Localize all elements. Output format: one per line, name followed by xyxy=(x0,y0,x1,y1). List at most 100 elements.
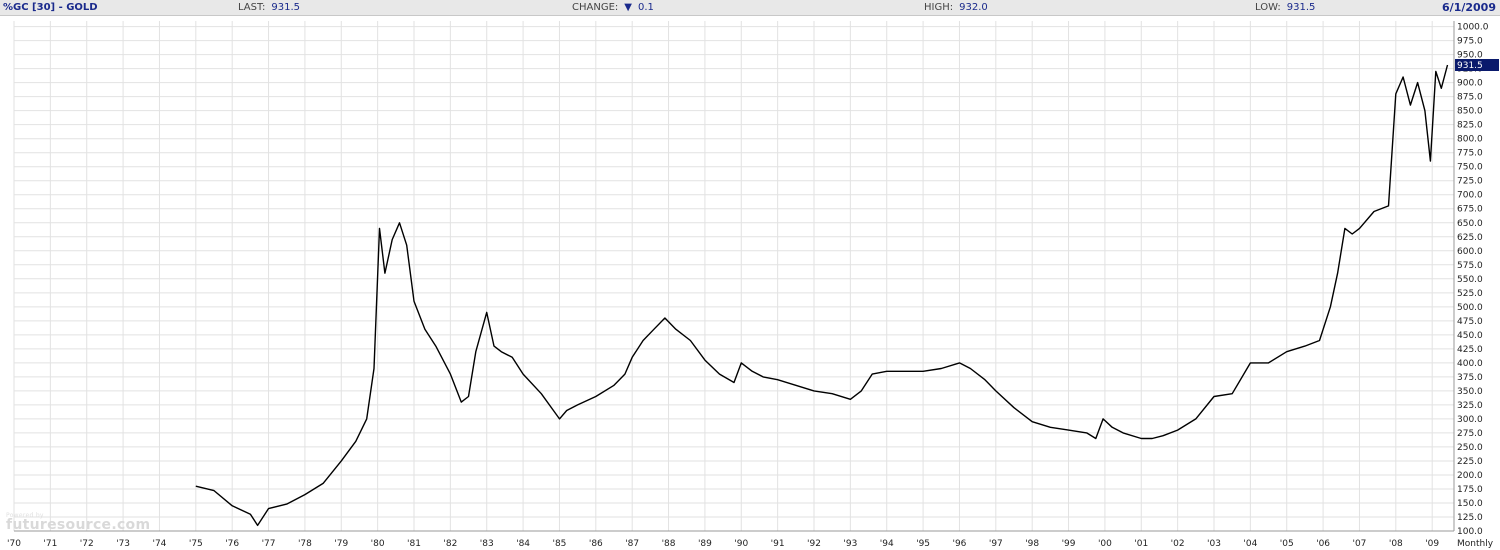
x-tick-label: '90 xyxy=(734,539,748,549)
y-tick-label: 250.0 xyxy=(1457,443,1483,453)
high-label: HIGH: xyxy=(924,2,954,13)
y-tick-label: 650.0 xyxy=(1457,219,1483,229)
x-tick-label: '05 xyxy=(1280,539,1294,549)
x-tick-label: '07 xyxy=(1352,539,1366,549)
x-tick-label: '85 xyxy=(552,539,566,549)
y-tick-label: 625.0 xyxy=(1457,233,1483,243)
x-tick-label: '72 xyxy=(80,539,94,549)
y-tick-label: 675.0 xyxy=(1457,205,1483,215)
price-chart[interactable]: '70 '71 '72 '73 '74 '75 '76 '77 '78 '79 '80 '81 '82 '… xyxy=(0,16,1500,550)
change-value: 0.1 xyxy=(637,2,654,13)
y-tick-label: 875.0 xyxy=(1457,93,1483,103)
y-tick-label: 600.0 xyxy=(1457,247,1483,257)
y-tick-label: 525.0 xyxy=(1457,289,1483,299)
x-axis-ticks: '70 '71 '72 '73 '74 '75 '76 '77 '78 '79 '80 '81 '82 '… xyxy=(7,539,1439,549)
chart-header-bar: %GC [30] - GOLD LAST: 931.5 CHANGE: ▼ 0.1 H… xyxy=(0,0,1500,16)
x-tick-label: '77 xyxy=(262,539,276,549)
x-tick-label: '92 xyxy=(807,539,821,549)
x-tick-label: '99 xyxy=(1062,539,1076,549)
y-tick-label: 500.0 xyxy=(1457,303,1483,313)
last-price-tag: 931.5 xyxy=(1455,58,1499,71)
x-tick-label: '86 xyxy=(589,539,603,549)
y-tick-label: 850.0 xyxy=(1457,107,1483,117)
x-tick-label: '82 xyxy=(443,539,457,549)
low-stat: LOW: 931.5 xyxy=(1255,0,1315,15)
y-tick-label: 400.0 xyxy=(1457,359,1483,369)
x-tick-label: '98 xyxy=(1025,539,1039,549)
y-tick-label: 425.0 xyxy=(1457,345,1483,355)
y-tick-label: 800.0 xyxy=(1457,135,1483,145)
period-label: Monthly xyxy=(1457,539,1494,549)
x-tick-label: '78 xyxy=(298,539,312,549)
x-tick-label: '96 xyxy=(952,539,966,549)
y-tick-label: 150.0 xyxy=(1457,499,1483,509)
last-value: 931.5 xyxy=(271,2,301,13)
chart-date: 6/1/2009 xyxy=(1442,1,1496,14)
x-tick-label: '91 xyxy=(771,539,785,549)
y-tick-label: 175.0 xyxy=(1457,485,1483,495)
y-tick-label: 700.0 xyxy=(1457,191,1483,201)
y-tick-label: 325.0 xyxy=(1457,401,1483,411)
last-price-label: 931.5 xyxy=(1457,61,1483,71)
y-tick-label: 975.0 xyxy=(1457,37,1483,47)
y-tick-label: 725.0 xyxy=(1457,177,1483,187)
y-tick-label: 275.0 xyxy=(1457,429,1483,439)
last-stat: LAST: 931.5 xyxy=(238,0,300,15)
y-tick-label: 100.0 xyxy=(1457,527,1483,537)
y-tick-label: 1000.0 xyxy=(1457,23,1489,33)
x-tick-label: '83 xyxy=(480,539,494,549)
change-stat: CHANGE: ▼ 0.1 xyxy=(572,0,654,15)
price-series xyxy=(195,64,1449,527)
y-tick-label: 200.0 xyxy=(1457,471,1483,481)
low-label: LOW: xyxy=(1255,2,1281,13)
x-tick-label: '84 xyxy=(516,539,530,549)
y-tick-label: 300.0 xyxy=(1457,415,1483,425)
x-tick-label: '09 xyxy=(1425,539,1439,549)
x-tick-label: '01 xyxy=(1134,539,1148,549)
x-tick-label: '75 xyxy=(189,539,203,549)
x-tick-label: '93 xyxy=(843,539,857,549)
futuresource-logo: Powered by futuresource.com xyxy=(6,512,150,533)
high-stat: HIGH: 932.0 xyxy=(924,0,988,15)
y-tick-label: 750.0 xyxy=(1457,163,1483,173)
y-tick-label: 375.0 xyxy=(1457,373,1483,383)
x-tick-label: '76 xyxy=(225,539,239,549)
y-tick-label: 125.0 xyxy=(1457,513,1483,523)
x-tick-label: '80 xyxy=(371,539,385,549)
y-tick-label: 225.0 xyxy=(1457,457,1483,467)
x-tick-label: '74 xyxy=(152,539,166,549)
y-tick-label: 550.0 xyxy=(1457,275,1483,285)
x-tick-label: '04 xyxy=(1243,539,1257,549)
x-tick-label: '97 xyxy=(989,539,1003,549)
y-tick-label: 350.0 xyxy=(1457,387,1483,397)
y-tick-label: 475.0 xyxy=(1457,317,1483,327)
last-label: LAST: xyxy=(238,2,266,13)
x-tick-label: '06 xyxy=(1316,539,1330,549)
x-tick-label: '94 xyxy=(880,539,894,549)
chart-grid xyxy=(13,21,1455,532)
down-triangle-icon: ▼ xyxy=(624,2,632,13)
x-tick-label: '73 xyxy=(116,539,130,549)
x-tick-label: '79 xyxy=(334,539,348,549)
x-tick-label: '03 xyxy=(1207,539,1221,549)
y-axis-ticks: 100.0 125.0 150.0 175.0 200.0 225.0 250.0 275.0… xyxy=(1457,23,1489,537)
x-tick-label: '89 xyxy=(698,539,712,549)
y-tick-label: 575.0 xyxy=(1457,261,1483,271)
price-line xyxy=(195,64,1449,527)
watermark-brand: futuresource.com xyxy=(6,517,151,533)
y-tick-label: 900.0 xyxy=(1457,79,1483,89)
symbol-title: %GC [30] - GOLD xyxy=(3,2,98,13)
y-tick-label: 775.0 xyxy=(1457,149,1483,159)
x-tick-label: '00 xyxy=(1098,539,1112,549)
x-tick-label: '87 xyxy=(625,539,639,549)
x-tick-label: '81 xyxy=(407,539,421,549)
change-label: CHANGE: xyxy=(572,2,619,13)
low-value: 931.5 xyxy=(1286,2,1316,13)
high-value: 932.0 xyxy=(959,2,988,13)
y-tick-label: 825.0 xyxy=(1457,121,1483,131)
y-tick-label: 450.0 xyxy=(1457,331,1483,341)
x-tick-label: '71 xyxy=(43,539,57,549)
x-tick-label: '88 xyxy=(662,539,676,549)
x-tick-label: '70 xyxy=(7,539,21,549)
x-tick-label: '95 xyxy=(916,539,930,549)
